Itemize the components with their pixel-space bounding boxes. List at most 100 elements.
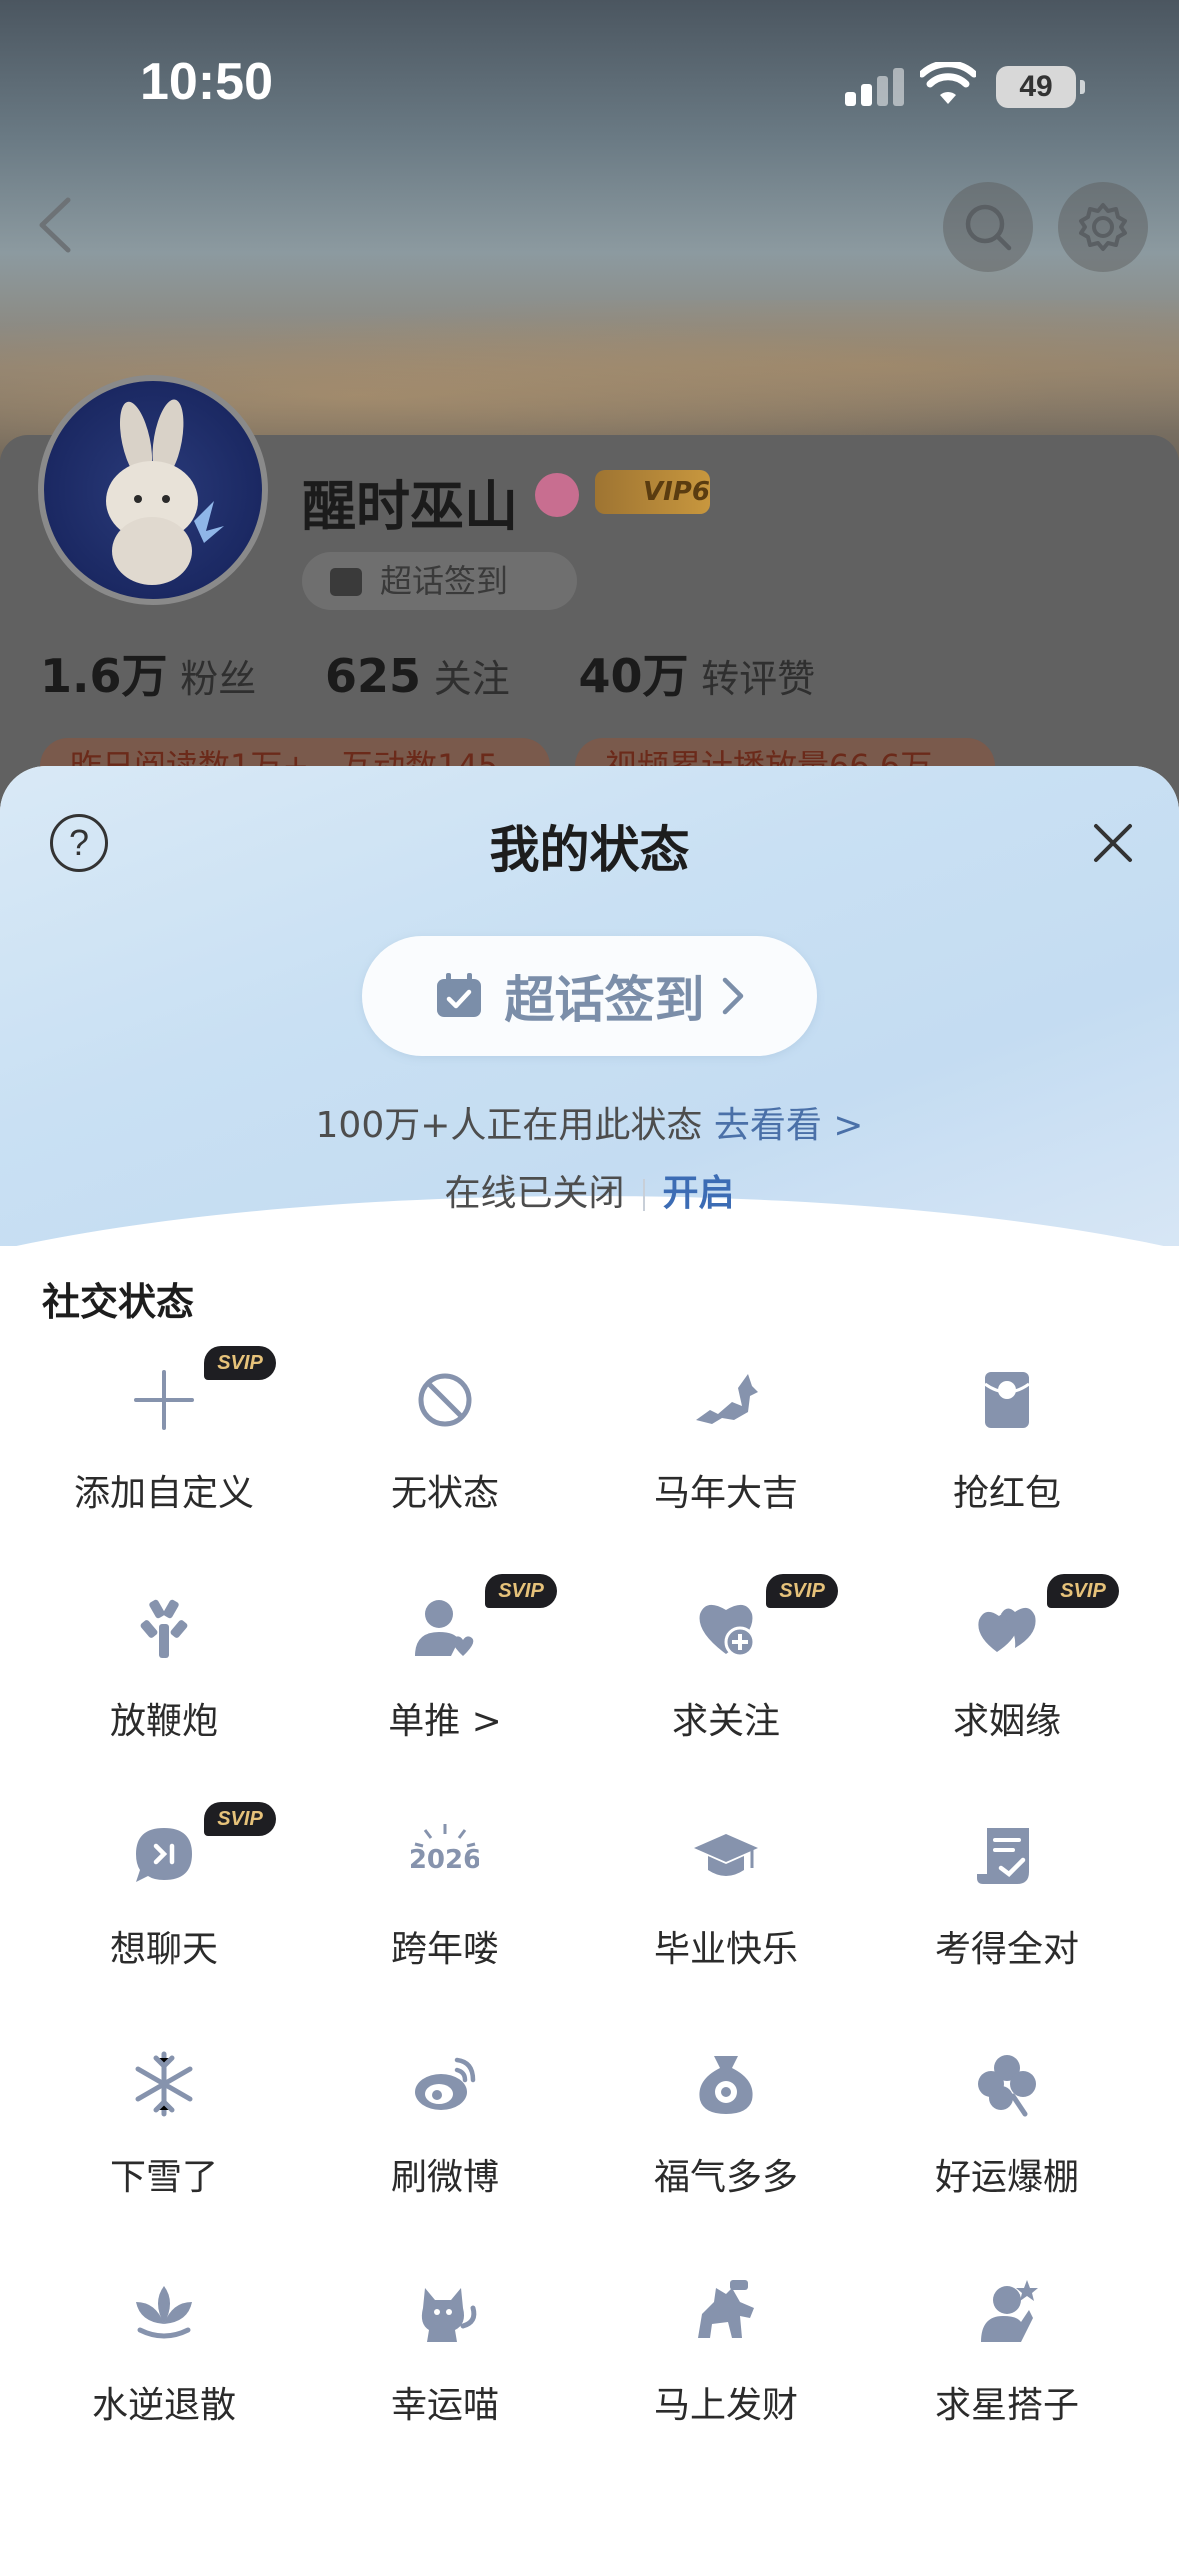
status-item[interactable]: 毕业快乐 xyxy=(586,1782,866,2010)
section-title-social-status: 社交状态 xyxy=(42,1280,195,1324)
calendar-check-icon xyxy=(330,568,362,596)
super-topic-sign-button[interactable]: 超话签到 xyxy=(362,936,817,1056)
status-item-label: 求姻缘 xyxy=(952,1701,1061,1742)
close-icon[interactable] xyxy=(1088,818,1138,868)
horse-fortune-icon xyxy=(698,2280,754,2338)
reposts-likes-count[interactable]: 40万 xyxy=(578,649,688,703)
status-item-label: 马上发财 xyxy=(653,2385,798,2426)
double-heart-icon xyxy=(978,1607,1036,1652)
calendar-check-icon xyxy=(436,973,481,1017)
status-item-label: 考得全对 xyxy=(934,1929,1079,1970)
heart-plus-icon xyxy=(699,1604,756,1658)
plus-icon xyxy=(134,1370,194,1430)
status-item[interactable]: 福气多多 xyxy=(586,2010,866,2238)
red-envelope-icon xyxy=(984,1372,1030,1428)
status-item[interactable]: 抢红包 xyxy=(867,1326,1147,1554)
online-status-text: 在线已关闭 xyxy=(444,1173,625,1214)
status-item[interactable]: 幸运喵 xyxy=(305,2238,585,2466)
back-icon[interactable] xyxy=(28,190,88,260)
svg-text:2026: 2026 xyxy=(411,1845,479,1875)
enable-online-button[interactable]: 开启 xyxy=(663,1173,735,1214)
lucky-cat-icon xyxy=(421,2288,477,2342)
female-gender-icon xyxy=(535,473,579,517)
status-item[interactable]: 求姻缘 SVIP xyxy=(867,1554,1147,1782)
reposts-likes-label: 转评赞 xyxy=(701,657,816,701)
lucky-bag-icon xyxy=(699,2056,753,2114)
status-item-label: 毕业快乐 xyxy=(653,1929,798,1970)
chevron-right-icon xyxy=(722,977,743,1015)
profile-stats: 1.6万 粉丝 625 关注 40万 转评赞 xyxy=(40,640,871,706)
super-topic-sign-label: 超话签到 xyxy=(380,562,509,600)
svip-badge: SVIP xyxy=(1047,1574,1119,1608)
status-item[interactable]: 马年大吉 xyxy=(586,1326,866,1554)
avatar[interactable] xyxy=(38,375,268,605)
2026-icon: 2026 xyxy=(411,1824,479,1875)
status-item-label: 无状态 xyxy=(390,1473,499,1514)
status-item-label: 幸运喵 xyxy=(390,2385,499,2426)
graduation-cap-icon xyxy=(694,1834,758,1876)
status-item-label: 福气多多 xyxy=(653,2157,798,2198)
person-heart-icon xyxy=(415,1600,474,1656)
status-item-label: 马年大吉 xyxy=(653,1473,798,1514)
no-status-icon xyxy=(418,1373,472,1427)
status-item-label: 添加自定义 xyxy=(73,1473,254,1514)
status-bar: 10:50 49 xyxy=(0,0,1179,175)
status-item[interactable]: 求星搭子 xyxy=(867,2238,1147,2466)
status-item[interactable]: 下雪了 xyxy=(24,2010,304,2238)
status-item[interactable]: 求关注 SVIP xyxy=(586,1554,866,1782)
gear-icon xyxy=(1079,203,1127,251)
settings-button[interactable] xyxy=(1058,182,1148,272)
status-item[interactable]: 想聊天 SVIP xyxy=(24,1782,304,2010)
bunny-avatar-illustration xyxy=(106,399,224,585)
status-item[interactable]: 马上发财 xyxy=(586,2238,866,2466)
status-item[interactable]: 添加自定义 SVIP xyxy=(24,1326,304,1554)
svip-badge: SVIP xyxy=(204,1346,276,1380)
battery-indicator: 49 xyxy=(996,66,1085,108)
weibo-icon xyxy=(415,2057,476,2110)
star-buddy-icon xyxy=(981,2280,1038,2342)
following-count[interactable]: 625 xyxy=(325,649,421,703)
search-button[interactable] xyxy=(943,182,1033,272)
status-item-label: 水逆退散 xyxy=(91,2385,236,2426)
wifi-icon xyxy=(920,62,976,104)
sign-button-label: 超话签到 xyxy=(504,971,705,1029)
fans-count[interactable]: 1.6万 xyxy=(40,649,168,703)
username: 醒时巫山 xyxy=(302,475,518,538)
status-item[interactable]: 水逆退散 xyxy=(24,2238,304,2466)
exam-check-icon xyxy=(977,1828,1029,1884)
snowflake-icon xyxy=(135,2051,193,2117)
online-status-line: 在线已关闭 开启 xyxy=(0,1164,1179,1216)
sheet-title: 我的状态 xyxy=(489,821,690,879)
status-item[interactable]: 考得全对 xyxy=(867,1782,1147,2010)
status-item-label: 抢红包 xyxy=(952,1473,1061,1514)
usage-text: 100万+人正在用此状态 xyxy=(315,1105,703,1146)
status-item[interactable]: 无状态 xyxy=(305,1326,585,1554)
chat-bubble-icon xyxy=(136,1828,192,1882)
status-bottom-sheet: ? 我的状态 超话签到 100万+人正在用此状态 去看看 > 在线已关闭 开启 社… xyxy=(0,766,1179,2556)
go-see-link[interactable]: 去看看 > xyxy=(714,1105,864,1146)
status-item[interactable]: 放鞭炮 xyxy=(24,1554,304,1782)
clover-icon xyxy=(978,2055,1036,2117)
status-item-label: 想聊天 xyxy=(109,1929,218,1970)
status-item[interactable]: 2026 跨年喽 xyxy=(305,1782,585,2010)
divider xyxy=(642,1179,645,1211)
usage-info: 100万+人正在用此状态 去看看 > xyxy=(0,1096,1179,1148)
status-item-label: 放鞭炮 xyxy=(109,1701,218,1742)
status-item-label: 好运爆棚 xyxy=(934,2157,1079,2198)
status-item-label: 单推 > xyxy=(388,1701,502,1742)
super-topic-sign-chip[interactable]: 超话签到 xyxy=(302,552,577,610)
status-item-label: 下雪了 xyxy=(109,2157,218,2198)
vip-badge[interactable]: VIP6 xyxy=(595,470,710,514)
status-item-label: 刷微博 xyxy=(390,2157,499,2198)
status-item-label: 求星搭子 xyxy=(934,2385,1079,2426)
svip-badge: SVIP xyxy=(485,1574,557,1608)
firecracker-icon xyxy=(140,1599,188,1658)
status-item[interactable]: 好运爆棚 xyxy=(867,2010,1147,2238)
status-item[interactable]: 单推 > SVIP xyxy=(305,1554,585,1782)
search-icon xyxy=(965,204,1012,251)
following-label: 关注 xyxy=(433,657,510,701)
status-item-label: 跨年喽 xyxy=(390,1929,499,1970)
cellular-signal-icon xyxy=(845,68,905,106)
horse-icon xyxy=(696,1374,758,1424)
status-item[interactable]: 刷微博 xyxy=(305,2010,585,2238)
